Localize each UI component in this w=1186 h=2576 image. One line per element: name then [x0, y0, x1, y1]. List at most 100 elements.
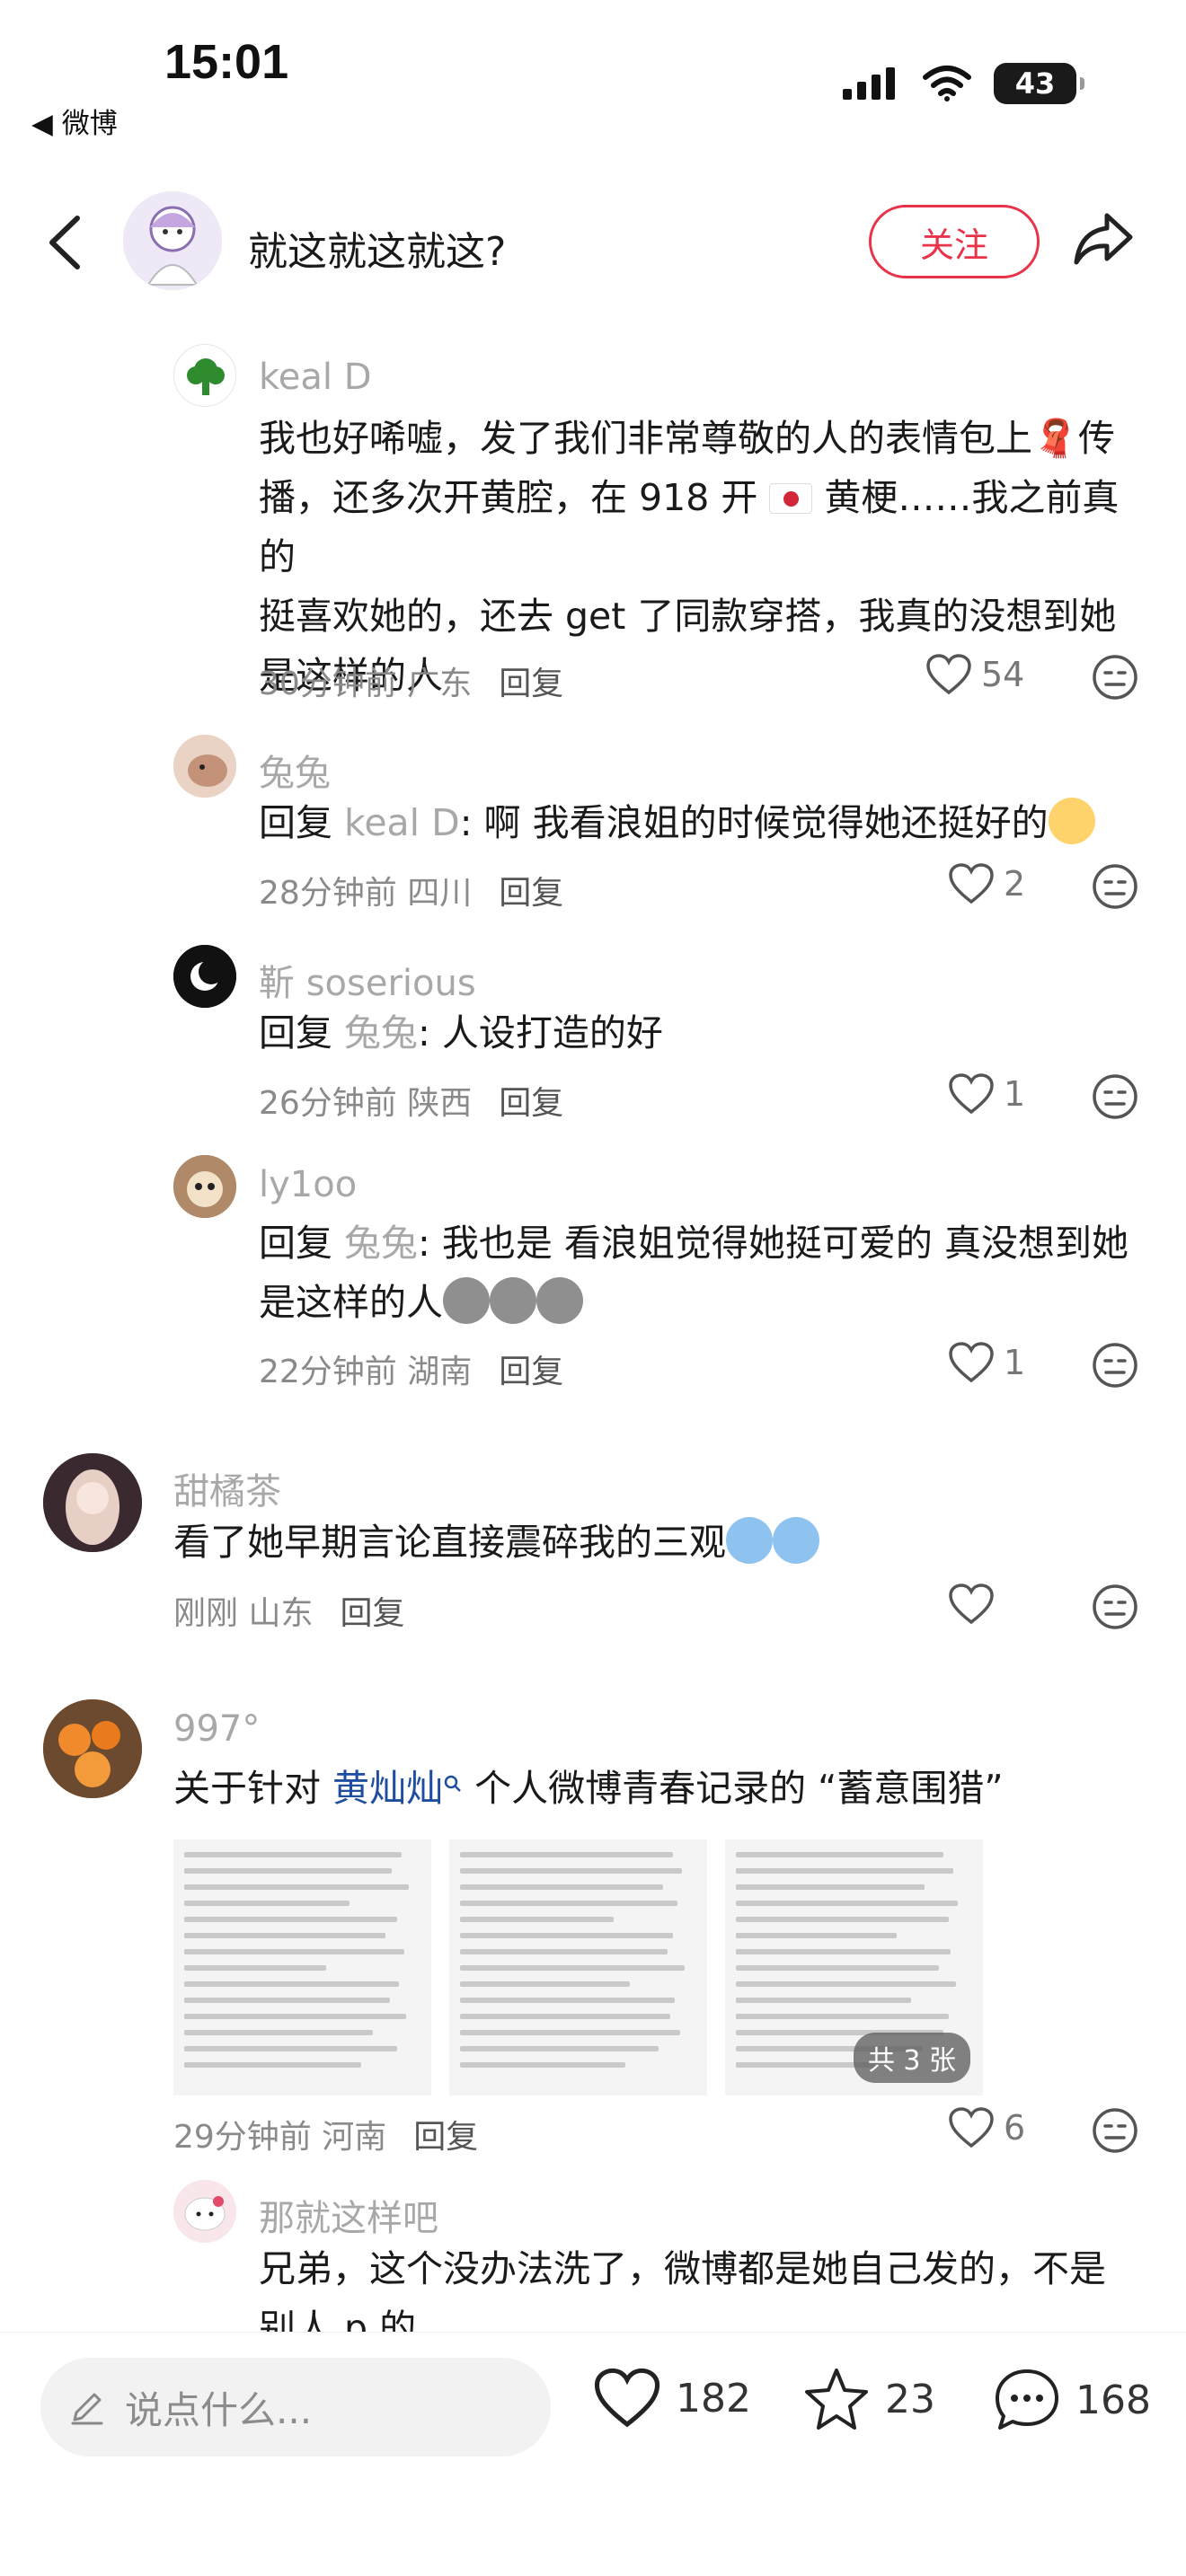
dislike-icon[interactable] — [1092, 863, 1138, 910]
dislike-icon[interactable] — [1092, 1342, 1138, 1389]
comment-input-placeholder: 说点什么... — [125, 2387, 313, 2432]
attached-image[interactable]: 共 3 张 — [725, 1839, 983, 2095]
back-arrow-icon[interactable] — [43, 213, 88, 272]
heart-icon — [949, 2107, 994, 2148]
page-title: 就这就这就这? — [248, 229, 507, 275]
avatar[interactable] — [173, 2180, 236, 2243]
like-button[interactable]: 1 — [948, 1341, 1025, 1384]
bottom-action-bar: 说点什么... 182 23 168 — [0, 2332, 1186, 2576]
battery-indicator: 43 — [994, 63, 1084, 104]
like-button[interactable]: 54 — [925, 653, 1024, 696]
heart-icon — [949, 1584, 994, 1625]
reply-button[interactable]: 回复 — [340, 1595, 404, 1632]
attached-image[interactable] — [449, 1839, 707, 2095]
signal-icon — [843, 67, 895, 100]
dislike-icon[interactable] — [1092, 1584, 1138, 1630]
comment-meta: 28分钟前 四川 回复 — [259, 875, 564, 912]
star-icon — [805, 2369, 868, 2430]
username[interactable]: 那就这样吧 — [259, 2189, 438, 2241]
image-count-badge: 共 3 张 — [853, 2033, 970, 2083]
back-to-app[interactable]: ◀ 微博 — [31, 101, 118, 141]
reply-button[interactable]: 回复 — [499, 875, 563, 912]
avatar[interactable] — [173, 344, 236, 407]
comment-input[interactable]: 说点什么... — [40, 2358, 551, 2457]
comment-meta: 刚刚 山东 回复 — [173, 1595, 405, 1632]
comment-line: 是这样的人 — [259, 1273, 1148, 1332]
reply-button[interactable]: 回复 — [499, 1354, 563, 1390]
crying-emoji-icon — [726, 1517, 773, 1564]
avatar[interactable] — [123, 191, 222, 290]
reply-to-user[interactable]: 兔兔 — [344, 1222, 418, 1265]
follow-button[interactable]: 关注 — [869, 205, 1040, 278]
tree-icon — [187, 358, 225, 395]
avatar-image — [173, 735, 236, 798]
reply-button[interactable]: 回复 — [499, 666, 563, 702]
avatar-image — [43, 1699, 142, 1798]
like-button[interactable] — [948, 1583, 1004, 1626]
comment-text: 回复 keal D: 啊 我看浪姐的时候觉得她还挺好的 — [259, 793, 1148, 852]
comment-text: 看了她早期言论直接震碎我的三观 — [173, 1513, 1153, 1572]
comment-line: 回复 兔兔: 我也是 看浪姐觉得她挺可爱的 真没想到她 — [259, 1222, 1128, 1265]
hello-kitty-icon — [173, 2180, 236, 2243]
avatar[interactable] — [173, 735, 236, 798]
comment-text: 回复 兔兔: 人设打造的好 — [259, 1011, 663, 1054]
comment-line: 我也好唏嘘，发了我们非常尊敬的人的表情包上🧣传 — [259, 417, 1116, 460]
heart-icon — [926, 654, 971, 695]
username[interactable]: 甜橘茶 — [173, 1462, 281, 1514]
dislike-icon[interactable] — [1092, 1073, 1138, 1120]
comment-text: 关于针对 黄灿灿 个人微博青春记录的 “蓄意围猎” — [173, 1767, 1004, 1810]
comment-button[interactable]: 168 — [993, 2367, 1151, 2433]
reply-button[interactable]: 回复 — [413, 2119, 478, 2156]
like-button[interactable]: 2 — [948, 862, 1025, 905]
sad-face-emoji-icon — [536, 1277, 583, 1324]
comment-text: 回复 兔兔: 我也是 看浪姐觉得她挺可爱的 真没想到她 是这样的人 — [259, 1213, 1148, 1332]
reply-to-user[interactable]: keal D — [344, 801, 460, 844]
avatar[interactable] — [173, 945, 236, 1008]
avatar-image — [43, 1453, 142, 1552]
reply-to-user[interactable]: 兔兔 — [344, 1011, 418, 1054]
like-button[interactable]: 6 — [948, 2106, 1025, 2149]
heart-icon — [949, 1342, 994, 1383]
username[interactable]: 997° — [173, 1708, 260, 1750]
username[interactable]: 兔兔 — [259, 744, 331, 796]
avatar[interactable] — [173, 1155, 236, 1218]
search-icon — [444, 1775, 461, 1792]
avatar-image — [123, 191, 222, 290]
topic-link[interactable]: 黄灿灿 — [332, 1767, 443, 1810]
comment-meta: 30分钟前 广东 回复 — [259, 666, 564, 702]
comment-line: 播，还多次开黄腔，在 918 开 黄梗……我之前真的 — [259, 476, 1120, 578]
like-post-button[interactable]: 182 — [593, 2367, 751, 2430]
heart-icon — [949, 1073, 994, 1115]
avatar[interactable] — [43, 1453, 142, 1552]
pencil-icon — [71, 2393, 103, 2425]
crying-emoji-icon — [1048, 798, 1095, 844]
avatar-image — [173, 1155, 236, 1218]
reply-button[interactable]: 回复 — [499, 1085, 563, 1122]
sad-face-emoji-icon — [490, 1277, 536, 1324]
heart-icon — [949, 863, 994, 904]
username[interactable]: 靳 soserious — [259, 954, 476, 1006]
avatar[interactable] — [43, 1699, 142, 1798]
favorite-button[interactable]: 23 — [802, 2367, 935, 2431]
image-grid: 共 3 张 — [173, 1839, 983, 2095]
heart-icon — [594, 2368, 660, 2428]
like-button[interactable]: 1 — [948, 1072, 1025, 1116]
comment-line: 兄弟，这个没办法洗了，微博都是她自己发的，不是 — [259, 2247, 1106, 2290]
username[interactable]: ly1oo — [259, 1164, 357, 1205]
comment-meta: 29分钟前 河南 回复 — [173, 2119, 479, 2156]
moon-icon — [173, 945, 236, 1008]
wifi-icon — [923, 66, 971, 101]
status-icons: 43 — [841, 63, 1084, 104]
sad-face-emoji-icon — [443, 1277, 490, 1324]
comment-meta: 26分钟前 陕西 回复 — [259, 1085, 564, 1122]
crying-emoji-icon — [773, 1517, 819, 1564]
dislike-icon[interactable] — [1092, 2107, 1138, 2154]
username[interactable]: keal D — [259, 357, 372, 398]
share-icon[interactable] — [1071, 207, 1136, 271]
comment-line: 挺喜欢她的，还去 get 了同款穿搭，我真的没想到她 — [259, 595, 1117, 638]
comment-bubble-icon — [996, 2369, 1058, 2430]
dislike-icon[interactable] — [1092, 654, 1138, 701]
status-time: 15:01 — [164, 35, 289, 89]
attached-image[interactable] — [173, 1839, 431, 2095]
comment-meta: 22分钟前 湖南 回复 — [259, 1354, 564, 1390]
